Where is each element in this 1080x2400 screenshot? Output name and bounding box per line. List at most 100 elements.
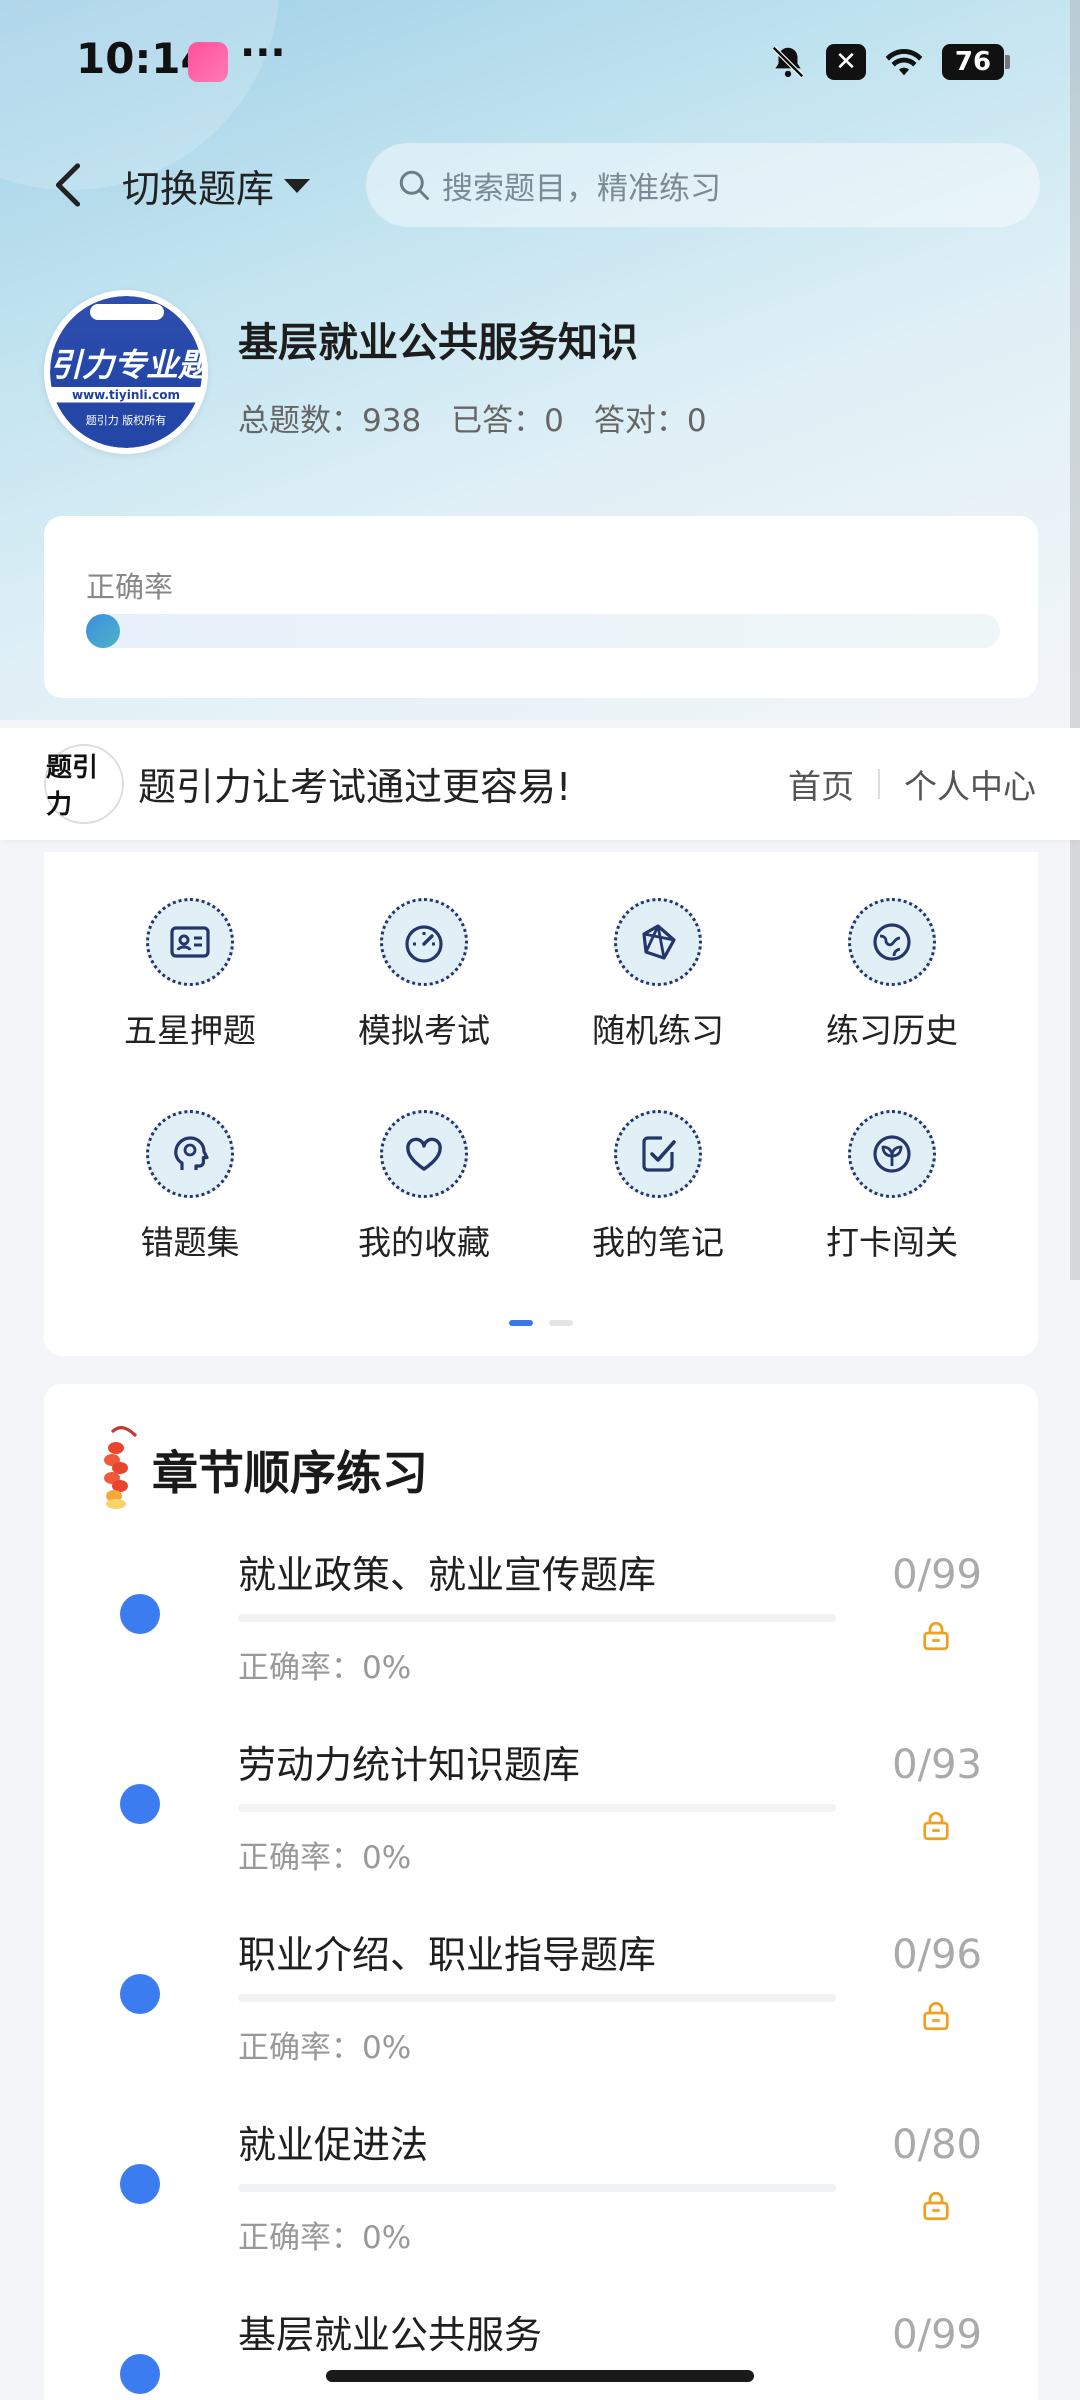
app-notification-icon: [188, 42, 228, 82]
chapter-name: 职业介绍、职业指导题库: [238, 1933, 657, 1977]
sprout-icon: [848, 1110, 936, 1198]
chapter-item[interactable]: 就业政策、就业宣传题库 正确率：0% 0/99: [44, 1544, 1038, 1734]
feature-label: 打卡闯关: [826, 1223, 958, 1262]
chapter-progress-bar: [238, 1994, 836, 2002]
search-placeholder: 搜索题目，精准练习: [442, 170, 721, 207]
feature-mock-exam[interactable]: 模拟考试: [324, 898, 524, 1068]
accuracy-label: 正确率: [86, 570, 174, 604]
brand-logo-icon: 题引力: [44, 744, 124, 824]
more-notifications-indicator: ···: [240, 30, 286, 76]
promo-nav: 首页 个人中心: [788, 760, 1036, 808]
chapter-status-dot: [120, 1594, 160, 1634]
logo-copyright: 题引力 版权所有: [85, 414, 167, 427]
chapter-progress-bar: [238, 1804, 836, 1812]
chapter-status-dot: [120, 1784, 160, 1824]
lock-icon: [923, 1811, 949, 1841]
status-bar: 10:14 ··· ✕ 76: [0, 0, 1080, 125]
logo-text: 引力专业题: [50, 346, 208, 384]
feature-grid: 五星押题 模拟考试 随机练习 练习历史 错题集 我的收藏 我的笔记 打卡闯关: [44, 852, 1038, 1356]
feature-practice-history[interactable]: 练习历史: [792, 898, 992, 1068]
chapter-practice-section: 章节顺序练习 就业政策、就业宣传题库 正确率：0% 0/99 劳动力统计知识题库…: [44, 1384, 1038, 2400]
feature-label: 我的收藏: [358, 1223, 490, 1262]
chapter-name: 劳动力统计知识题库: [238, 1743, 581, 1787]
chapter-item[interactable]: 基层就业公共服务 0/99: [44, 2304, 1038, 2400]
firecracker-icon: [104, 1426, 138, 1509]
question-bank-logo: 引力专业题 www.tiyinli.com 题引力 版权所有: [44, 290, 208, 454]
feature-label: 模拟考试: [358, 1011, 490, 1050]
switch-question-bank-button[interactable]: 切换题库: [122, 155, 311, 215]
chapter-section-header: 章节顺序练习: [92, 1424, 428, 1516]
chapter-status-dot: [120, 2354, 160, 2394]
network-icon: [614, 898, 702, 986]
question-bank-title: 基层就业公共服务知识: [238, 320, 638, 366]
globe-icon: [848, 898, 936, 986]
accuracy-card: 正确率: [44, 516, 1038, 698]
speedometer-icon: [380, 898, 468, 986]
logo-badge: 引力专业题 www.tiyinli.com 题引力 版权所有: [50, 296, 202, 448]
battery-icon: 76: [942, 44, 1010, 80]
pager-dot-active[interactable]: [509, 1320, 533, 1326]
chapter-item[interactable]: 就业促进法 正确率：0% 0/80: [44, 2114, 1038, 2304]
chapter-accuracy: 正确率：0%: [238, 2030, 412, 2066]
logo-url: www.tiyinli.com: [71, 388, 181, 402]
chapter-progress-count: 0/96: [892, 1932, 982, 1978]
chapter-name: 就业政策、就业宣传题库: [238, 1553, 657, 1597]
bell-muted-icon: [768, 42, 808, 82]
chapter-name: 基层就业公共服务: [238, 2313, 543, 2357]
chapter-status-dot: [120, 1974, 160, 2014]
feature-label: 五星押题: [124, 1011, 256, 1050]
nav-home-link[interactable]: 首页: [788, 760, 854, 808]
accuracy-progress-bar: [86, 614, 1000, 648]
feature-pager: [44, 1320, 1038, 1326]
lock-icon: [923, 2001, 949, 2031]
search-input[interactable]: 搜索题目，精准练习: [366, 143, 1040, 227]
answered-count: 已答：0: [451, 403, 564, 439]
feature-label: 练习历史: [826, 1011, 958, 1050]
chapter-progress-count: 0/99: [892, 2312, 982, 2358]
id-card-icon: [146, 898, 234, 986]
chapter-accuracy: 正确率：0%: [238, 2220, 412, 2256]
feature-check-in-challenge[interactable]: 打卡闯关: [792, 1110, 992, 1280]
chapter-progress-bar: [238, 2184, 836, 2192]
nav-divider: [878, 769, 880, 799]
chapter-section-title: 章节顺序练习: [152, 1446, 428, 1500]
question-bank-stats: 总题数：938 已答：0 答对：0: [238, 395, 707, 440]
chapter-item[interactable]: 职业介绍、职业指导题库 正确率：0% 0/96: [44, 1924, 1038, 2114]
brand-logo-text: 题引力: [46, 753, 99, 820]
pager-dot[interactable]: [549, 1320, 573, 1326]
feature-five-star[interactable]: 五星押题: [90, 898, 290, 1068]
feature-my-favorites[interactable]: 我的收藏: [324, 1110, 524, 1280]
chapter-accuracy: 正确率：0%: [238, 1650, 412, 1686]
promo-bar: 题引力 题引力让考试通过更容易! 首页 个人中心: [0, 728, 1080, 840]
lock-icon: [923, 1621, 949, 1651]
feature-random-practice[interactable]: 随机练习: [558, 898, 758, 1068]
promo-slogan: 题引力让考试通过更容易!: [138, 765, 572, 809]
chapter-progress-bar: [238, 1614, 836, 1622]
heart-icon: [380, 1110, 468, 1198]
chapter-accuracy: 正确率：0%: [238, 1840, 412, 1876]
wifi-icon: [884, 42, 924, 82]
feature-wrong-questions[interactable]: 错题集: [90, 1110, 290, 1280]
total-questions: 总题数：938: [238, 403, 422, 439]
correct-count: 答对：0: [593, 403, 707, 439]
feature-label: 随机练习: [592, 1011, 724, 1050]
accuracy-progress-indicator: [86, 614, 120, 648]
feature-my-notes[interactable]: 我的笔记: [558, 1110, 758, 1280]
chapter-progress-count: 0/99: [892, 1552, 982, 1598]
chevron-left-icon: [55, 163, 81, 207]
feature-label: 错题集: [140, 1223, 240, 1262]
chapter-status-dot: [120, 2164, 160, 2204]
switch-question-bank-label: 切换题库: [122, 166, 275, 211]
lock-icon: [923, 2191, 949, 2221]
note-check-icon: [614, 1110, 702, 1198]
caret-down-icon: [284, 179, 311, 193]
search-icon: [399, 170, 429, 200]
head-icon: [146, 1110, 234, 1198]
close-box-icon: ✕: [826, 44, 866, 80]
chapter-progress-count: 0/93: [892, 1742, 982, 1788]
back-button[interactable]: [38, 150, 98, 220]
nav-profile-link[interactable]: 个人中心: [904, 760, 1036, 808]
home-indicator[interactable]: [326, 2370, 754, 2382]
chapter-name: 就业促进法: [238, 2123, 429, 2167]
chapter-item[interactable]: 劳动力统计知识题库 正确率：0% 0/93: [44, 1734, 1038, 1924]
